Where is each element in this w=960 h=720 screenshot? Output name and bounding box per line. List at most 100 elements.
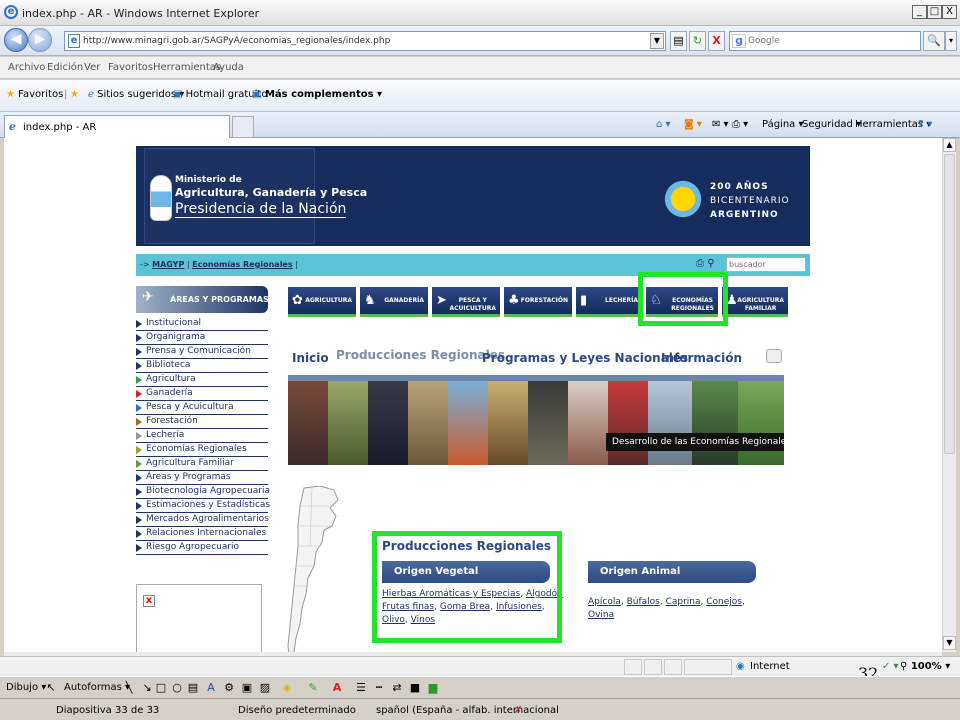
close-button[interactable]: X: [942, 5, 957, 19]
side-menu-item[interactable]: Economías Regionales: [136, 443, 268, 457]
side-menu-item[interactable]: Pesca y Acuicultura: [136, 401, 268, 415]
menu-ver[interactable]: Ver: [84, 62, 100, 73]
side-menu-item[interactable]: Agricultura: [136, 373, 268, 387]
ministry-logo[interactable]: Ministerio de Agricultura, Ganadería y P…: [144, 148, 367, 244]
side-menu-item[interactable]: Lechería: [136, 429, 268, 443]
dibujo-menu[interactable]: Dibujo ▾: [6, 682, 46, 693]
link-conejos[interactable]: Conejos: [706, 597, 742, 607]
search-box[interactable]: g: [729, 31, 921, 51]
spellcheck-icon[interactable]: ✗: [514, 705, 522, 716]
oval-icon[interactable]: ○: [170, 681, 184, 695]
category-button[interactable]: ▮ LECHERÍA: [576, 287, 642, 317]
menu-ayuda[interactable]: Ayuda: [213, 62, 244, 73]
url-dropdown-icon[interactable]: ▼: [650, 33, 664, 49]
back-button[interactable]: ◀: [4, 28, 28, 52]
argentina-map[interactable]: [286, 486, 346, 652]
select-arrow-icon[interactable]: ↖: [44, 681, 58, 695]
scroll-thumb[interactable]: [944, 154, 955, 454]
link-apicola[interactable]: Apícola: [588, 597, 621, 607]
side-menu-item[interactable]: Agricultura Familiar: [136, 457, 268, 471]
help-icon[interactable]: ? ▾: [918, 119, 932, 130]
add-favorite-icon[interactable]: |: [64, 89, 67, 100]
zoom-level[interactable]: ⚲ 100% ▾: [900, 661, 950, 672]
side-menu-item[interactable]: Relaciones Internacionales: [136, 527, 268, 541]
side-menu-item[interactable]: Biblioteca: [136, 359, 268, 373]
category-button[interactable]: ✿ AGRICULTURA: [288, 287, 356, 317]
add-to-favorites-icon[interactable]: ★: [70, 89, 79, 100]
scroll-down-icon[interactable]: ▼: [943, 636, 956, 650]
menu-herramientas[interactable]: Herramientas: [153, 62, 221, 73]
breadcrumb-economias-link[interactable]: Economías Regionales: [192, 260, 293, 269]
forward-button[interactable]: ▶: [28, 28, 52, 52]
category-button[interactable]: ♟ AGRICULTURA FAMILIAR: [722, 287, 788, 317]
search-icon[interactable]: ⚲: [707, 258, 714, 269]
popup-blocked-icon[interactable]: [664, 659, 682, 675]
site-search-box[interactable]: [726, 257, 806, 272]
menu-favoritos[interactable]: Favoritos: [108, 62, 153, 73]
font-color-icon[interactable]: A: [330, 681, 344, 695]
side-menu-item[interactable]: Riesgo Agropecuario: [136, 541, 268, 555]
3d-icon[interactable]: ▆: [426, 681, 440, 695]
nav-producciones-regionales[interactable]: Producciones Regionales: [336, 348, 505, 362]
protected-mode-icon[interactable]: ✓ ▾: [882, 661, 899, 672]
category-button[interactable]: ♞ GANADERÍA: [360, 287, 428, 317]
compat-view-button[interactable]: ▤: [670, 31, 687, 51]
rectangle-icon[interactable]: □: [154, 681, 168, 695]
dash-style-icon[interactable]: ┅: [372, 681, 386, 695]
side-menu-item[interactable]: Institucional: [136, 317, 268, 331]
side-menu-item[interactable]: Organigrama: [136, 331, 268, 345]
side-menu-item[interactable]: Biotecnología Agropecuaria: [136, 485, 270, 499]
print-icon[interactable]: ⎙: [696, 258, 704, 269]
diagram-icon[interactable]: ⚙: [222, 681, 236, 695]
home-icon[interactable]: ⌂ ▾: [656, 119, 671, 130]
mail-icon[interactable]: ✉ ▾: [712, 119, 729, 130]
url-field[interactable]: e http://www.minagri.gob.ar/SAGPyA/econo…: [64, 31, 666, 51]
stop-button[interactable]: X: [708, 31, 725, 51]
site-search-input[interactable]: [727, 258, 803, 271]
scroll-up-icon[interactable]: ▲: [943, 138, 956, 152]
search-button[interactable]: 🔍: [923, 31, 945, 51]
rss-icon[interactable]: ◙ ▾: [684, 119, 702, 130]
security-menu[interactable]: Seguridad ▾: [802, 119, 861, 130]
page-menu[interactable]: Página ▾: [762, 119, 804, 130]
line-color-icon[interactable]: ✎: [306, 681, 320, 695]
more-addons-link[interactable]: ▣ Más complementos ▾: [252, 89, 382, 100]
shadow-icon[interactable]: ■: [408, 681, 422, 695]
search-options-icon[interactable]: ▾: [945, 31, 957, 51]
arrow-style-icon[interactable]: ⇄: [390, 681, 404, 695]
category-button[interactable]: ➤ PESCA Y ACUICULTURA: [432, 287, 500, 317]
textbox-icon[interactable]: ▤: [186, 681, 200, 695]
menu-edicion[interactable]: Edición: [47, 62, 83, 73]
breadcrumb-magyp-link[interactable]: MAGYP: [152, 260, 184, 269]
line-icon[interactable]: ╲: [122, 681, 136, 695]
category-button[interactable]: ♣ FORESTACIÓN: [504, 287, 572, 317]
autoformas-menu[interactable]: Autoformas ▾: [64, 682, 130, 693]
envelope-icon[interactable]: [766, 349, 782, 363]
nav-informacion[interactable]: Información: [661, 351, 742, 365]
side-menu-item[interactable]: Forestación: [136, 415, 268, 429]
origen-animal-heading[interactable]: Origen Animal: [588, 561, 756, 583]
print-icon[interactable]: ⎙ ▾: [732, 119, 748, 130]
refresh-button[interactable]: ↻: [689, 31, 706, 51]
minimize-button[interactable]: _: [912, 5, 927, 19]
side-menu-item[interactable]: Áreas y Programas: [136, 471, 268, 485]
link-bufalos[interactable]: Búfalos: [627, 597, 660, 607]
wordart-icon[interactable]: A: [204, 681, 218, 695]
clipart-icon[interactable]: ▣: [240, 681, 254, 695]
side-menu-item[interactable]: Prensa y Comunicación: [136, 345, 268, 359]
search-input[interactable]: [748, 33, 918, 49]
menu-archivo[interactable]: Archivo: [8, 62, 45, 73]
picture-icon[interactable]: ▨: [258, 681, 272, 695]
nav-inicio[interactable]: Inicio: [292, 351, 329, 365]
side-menu-item[interactable]: Mercados Agroalimentarios: [136, 513, 269, 527]
suggested-sites-link[interactable]: ℯ Sitios sugeridos ▾: [88, 89, 184, 100]
maximize-button[interactable]: □: [927, 5, 942, 19]
arrow-icon[interactable]: ↘: [140, 681, 154, 695]
link-caprina[interactable]: Caprina: [666, 597, 701, 607]
side-menu-item[interactable]: Estimaciones y Estadísticas: [136, 499, 270, 513]
favorites-button[interactable]: ★ Favoritos: [6, 89, 63, 100]
line-style-icon[interactable]: ☰: [354, 681, 368, 695]
nav-programas-leyes[interactable]: Programas y Leyes Nacionales: [482, 351, 688, 365]
vertical-scrollbar[interactable]: ▲ ▼: [942, 138, 956, 652]
link-ovina[interactable]: Ovina: [588, 610, 614, 620]
